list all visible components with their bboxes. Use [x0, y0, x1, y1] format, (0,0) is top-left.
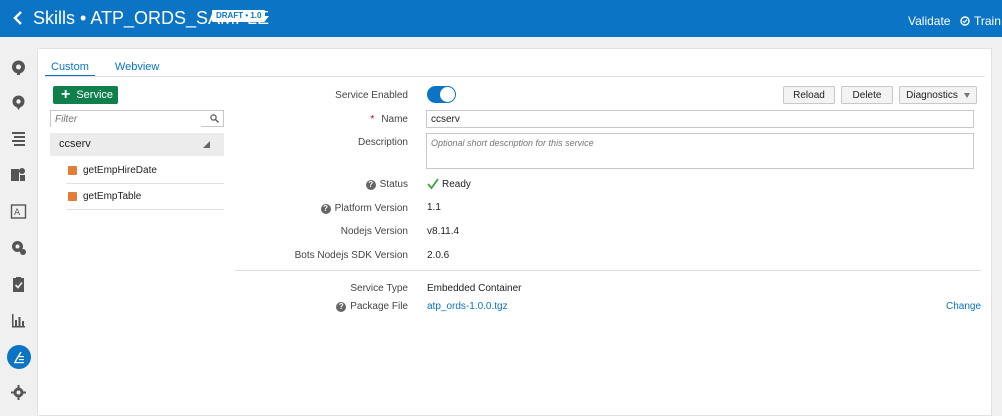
status-text: Ready [442, 178, 471, 190]
handler-item-getEmpTable[interactable]: getEmpTable [66, 185, 224, 210]
diagnostics-label: Diagnostics [906, 89, 958, 101]
back-arrow-icon[interactable] [10, 9, 28, 27]
section-divider [235, 270, 981, 271]
top-header: Skills • ATP_ORDS_SAMPLE DRAFT • 1.0 Val… [0, 0, 1002, 37]
main-panel: Custom Webview + Service ccserv getEmpHi… [37, 48, 992, 416]
change-package-link[interactable]: Change [946, 301, 981, 312]
svg-text:A: A [14, 208, 21, 218]
settings-icon[interactable] [9, 383, 28, 402]
filter-box [50, 110, 224, 127]
package-file-label-text: Package File [350, 301, 408, 312]
add-service-button[interactable]: + Service [53, 86, 118, 104]
resource-bundles-icon[interactable] [9, 165, 28, 184]
nodejs-version-label: Nodejs Version [340, 226, 408, 237]
service-enabled-label: Service Enabled [335, 90, 408, 101]
sdk-version-label: Bots Nodejs SDK Version [294, 250, 408, 261]
insights-icon[interactable] [9, 311, 28, 330]
validate-button[interactable]: Validate [908, 14, 950, 28]
reload-button[interactable]: Reload [783, 86, 835, 104]
draft-version-badge: DRAFT • 1.0 [212, 10, 266, 22]
components-icon[interactable] [7, 345, 31, 369]
tab-divider [45, 76, 985, 77]
left-nav-rail: A [0, 37, 37, 416]
train-button[interactable]: Train [960, 14, 1001, 28]
handler-label: getEmpTable [83, 191, 142, 202]
tab-webview[interactable]: Webview [109, 57, 165, 77]
platform-version-label-text: Platform Version [334, 203, 408, 214]
description-field[interactable] [426, 133, 974, 169]
chevron-down-icon [963, 92, 970, 98]
status-label-text: Status [379, 179, 408, 190]
status-label: ? Status [365, 179, 408, 190]
tab-custom[interactable]: Custom [45, 57, 95, 77]
entities-icon[interactable] [9, 93, 28, 112]
plus-icon: + [61, 86, 71, 103]
handler-label: getEmpHireDate [83, 165, 157, 176]
platform-version-value: 1.1 [427, 202, 441, 213]
help-icon[interactable]: ? [320, 203, 331, 214]
collapse-triangle-icon[interactable] [203, 141, 210, 148]
toggle-knob [440, 87, 455, 102]
nodejs-version-value: v8.11.4 [427, 226, 460, 237]
search-icon[interactable] [210, 114, 219, 123]
checkmark-icon [427, 178, 439, 190]
diagnostics-button[interactable]: Diagnostics [899, 86, 977, 104]
name-field[interactable] [426, 110, 974, 128]
package-file-link[interactable]: atp_ords-1.0.0.tgz [427, 301, 508, 312]
sdk-version-value: 2.0.6 [427, 250, 450, 261]
description-label: Description [357, 137, 408, 148]
quality-icon[interactable] [9, 238, 28, 257]
train-label: Train [974, 14, 1001, 28]
test-icon[interactable] [9, 275, 28, 294]
delete-button[interactable]: Delete [841, 86, 893, 104]
service-item-ccserv[interactable]: ccserv [50, 133, 224, 156]
filter-input[interactable] [51, 112, 201, 127]
required-marker: * [370, 114, 375, 125]
platform-version-label: ? Platform Version [320, 203, 408, 214]
train-icon [960, 16, 970, 26]
help-icon[interactable]: ? [365, 179, 376, 190]
status-value: Ready [427, 178, 471, 190]
help-icon[interactable]: ? [336, 301, 347, 312]
name-label-text: Name [381, 114, 408, 125]
service-type-value: Embedded Container [427, 283, 522, 294]
name-label: * Name [370, 114, 408, 125]
add-service-label: Service [76, 89, 114, 101]
package-file-label: ? Package File [336, 301, 408, 312]
service-enabled-toggle[interactable] [427, 86, 456, 103]
service-type-label: Service Type [350, 283, 408, 294]
component-icon [68, 166, 77, 175]
chevron-down-icon[interactable] [260, 13, 270, 23]
tab-bar: Custom Webview [45, 57, 165, 77]
q-and-a-icon[interactable]: A [9, 202, 28, 221]
flows-icon[interactable] [9, 129, 28, 148]
service-item-label: ccserv [59, 138, 91, 150]
component-icon [68, 192, 77, 201]
handler-item-getEmpHireDate[interactable]: getEmpHireDate [66, 159, 224, 184]
intents-icon[interactable] [9, 58, 28, 77]
